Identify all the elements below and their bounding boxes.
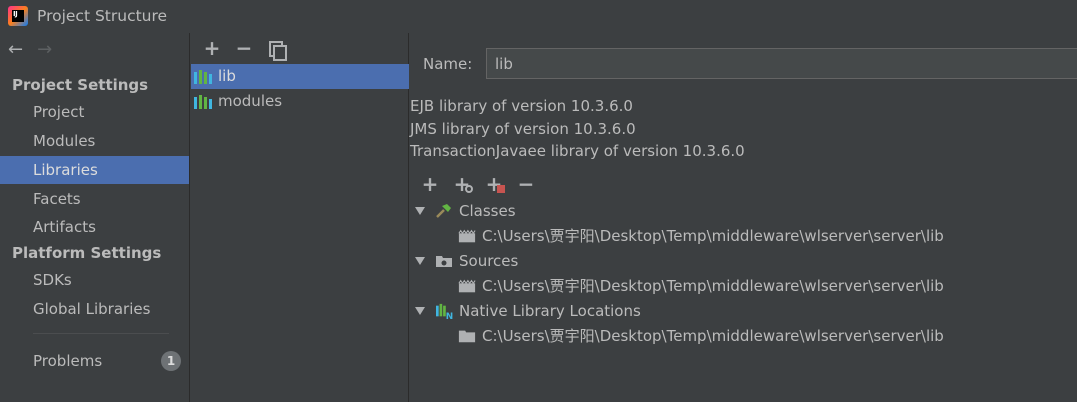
sidebar-item-artifacts[interactable]: Artifacts (0, 213, 189, 241)
project-settings-header: Project Settings (12, 76, 149, 94)
tree-node-classes[interactable]: Classes (415, 199, 1015, 223)
expand-triangle-icon[interactable] (415, 207, 425, 215)
classes-root-path[interactable]: C:\Users\贾宇阳\Desktop\Temp\middleware\wls… (458, 224, 1068, 248)
library-icon (194, 70, 212, 84)
library-description: JMS library of version 10.3.6.0 (410, 120, 636, 138)
tree-node-label: Classes (459, 202, 516, 220)
intellij-logo-icon: IJ (8, 6, 28, 26)
root-path-text: C:\Users\贾宇阳\Desktop\Temp\middleware\wls… (482, 227, 944, 245)
name-label: Name: (423, 55, 473, 73)
platform-settings-header: Platform Settings (12, 244, 162, 262)
tree-node-native-library-locations[interactable]: N Native Library Locations (415, 299, 1015, 323)
library-description: EJB library of version 10.3.6.0 (410, 97, 633, 115)
add-root-button[interactable]: + (418, 173, 442, 195)
title-bar: IJ Project Structure (0, 0, 1077, 33)
root-path-text: C:\Users\贾宇阳\Desktop\Temp\middleware\wls… (482, 277, 944, 295)
hammer-icon (436, 204, 451, 218)
folder-icon (458, 330, 476, 343)
sidebar-item-project[interactable]: Project (0, 98, 189, 126)
svg-text:N: N (446, 312, 453, 319)
native-root-path[interactable]: C:\Users\贾宇阳\Desktop\Temp\middleware\wls… (458, 324, 1068, 348)
attach-jar-button[interactable]: + (450, 173, 474, 195)
expand-triangle-icon[interactable] (415, 307, 425, 315)
sidebar-item-libraries[interactable]: Libraries (0, 156, 189, 184)
library-name-input[interactable] (486, 48, 1077, 79)
back-arrow-icon[interactable]: ← (8, 41, 23, 61)
library-list-pane: + − lib modules (191, 33, 409, 402)
history-nav: ← → (8, 41, 52, 61)
problems-count-badge: 1 (161, 351, 181, 371)
tree-node-sources[interactable]: Sources (415, 249, 1015, 273)
sources-root-path[interactable]: C:\Users\贾宇阳\Desktop\Temp\middleware\wls… (458, 274, 1068, 298)
library-list-toolbar: + − (201, 37, 287, 61)
root-path-text: C:\Users\贾宇阳\Desktop\Temp\middleware\wls… (482, 327, 944, 345)
expand-triangle-icon[interactable] (415, 257, 425, 265)
library-item-label: lib (218, 67, 236, 85)
library-item-lib[interactable]: lib (191, 64, 409, 89)
copy-library-icon[interactable] (265, 37, 287, 61)
source-folder-icon (436, 256, 452, 267)
attach-files-button[interactable]: + (482, 173, 506, 195)
jar-folder-icon (458, 279, 476, 293)
add-library-button[interactable]: + (201, 37, 223, 59)
sidebar-divider (33, 333, 169, 334)
window-title: Project Structure (37, 7, 168, 25)
library-roots-toolbar: + + + − (418, 173, 538, 195)
native-library-icon: N (436, 303, 453, 319)
sidebar-item-sdks[interactable]: SDKs (0, 266, 189, 294)
tree-node-label: Native Library Locations (459, 302, 641, 320)
sidebar-item-global-libraries[interactable]: Global Libraries (0, 295, 189, 323)
settings-sidebar: ← → Project Settings Project Modules Lib… (0, 33, 190, 402)
tree-node-label: Sources (459, 252, 519, 270)
library-icon (194, 95, 212, 109)
jar-folder-icon (458, 229, 476, 243)
library-item-modules[interactable]: modules (191, 89, 409, 114)
forward-arrow-icon[interactable]: → (37, 41, 52, 61)
remove-root-button[interactable]: − (514, 173, 538, 195)
sidebar-item-modules[interactable]: Modules (0, 127, 189, 155)
library-description: TransactionJavaee library of version 10.… (410, 142, 745, 160)
remove-library-button[interactable]: − (233, 37, 255, 59)
library-detail-pane: Name: EJB library of version 10.3.6.0 JM… (410, 33, 1077, 402)
library-item-label: modules (218, 92, 283, 110)
sidebar-item-facets[interactable]: Facets (0, 185, 189, 213)
